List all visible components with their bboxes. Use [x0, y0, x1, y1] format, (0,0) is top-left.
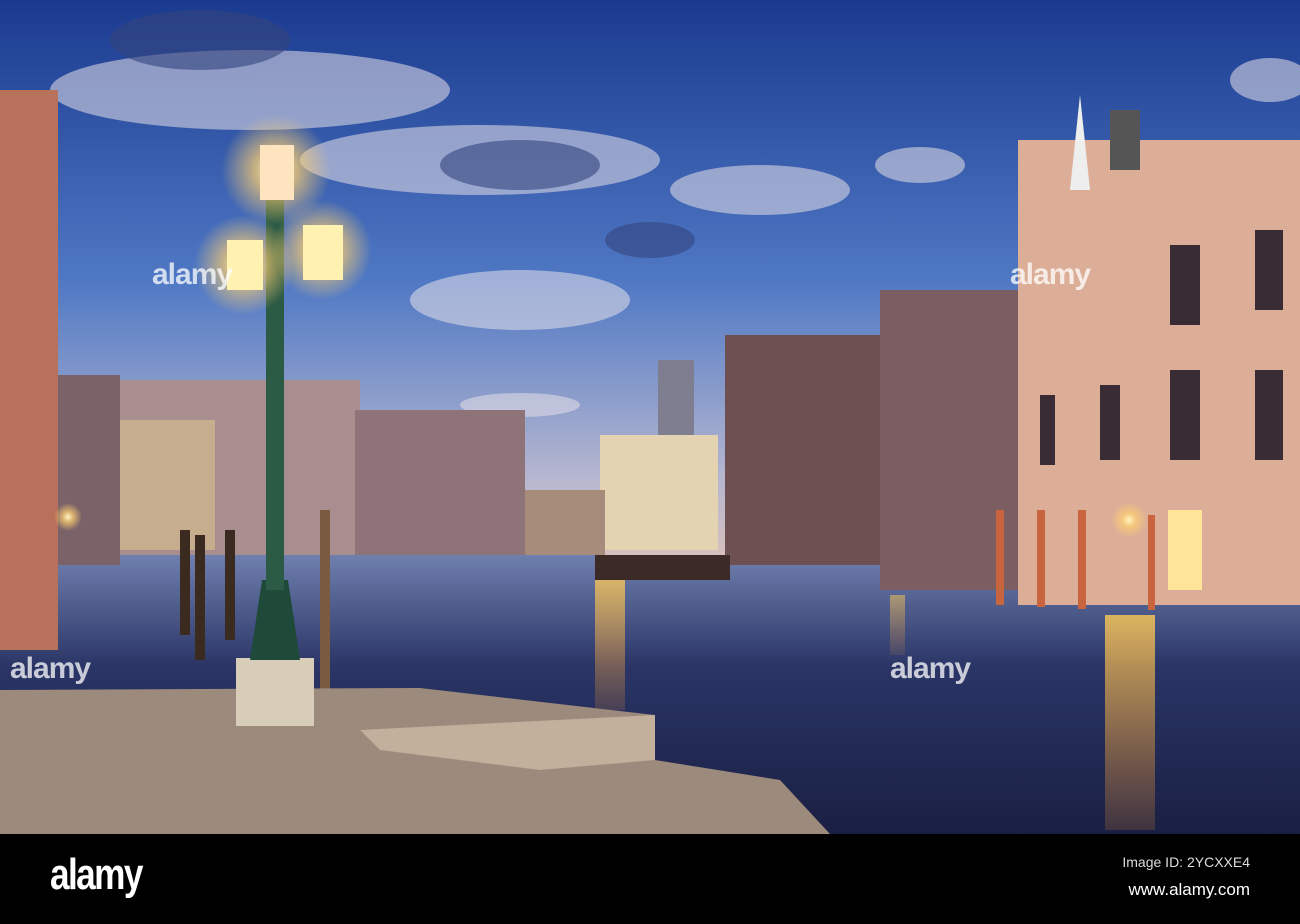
- venice-grand-canal-photo: [0, 0, 1300, 834]
- website-link: www.alamy.com: [1128, 880, 1250, 899]
- watermark-logo: alamy: [890, 652, 971, 685]
- watermark-logo: alamy: [152, 258, 233, 291]
- alamy-logo: alamy: [50, 850, 143, 899]
- boat: [595, 555, 730, 580]
- image-id: Image ID: 2YCXXE4: [1122, 854, 1250, 870]
- footer-bar: alamy Image ID: 2YCXXE4 www.alamy.com: [0, 834, 1300, 924]
- watermark-logo: alamy: [10, 652, 91, 685]
- lamp-glow-right: [1111, 502, 1147, 538]
- lamp-glow-left: [54, 503, 82, 531]
- watermark-logo: alamy: [1010, 258, 1091, 291]
- doorway-lit: [1168, 510, 1202, 590]
